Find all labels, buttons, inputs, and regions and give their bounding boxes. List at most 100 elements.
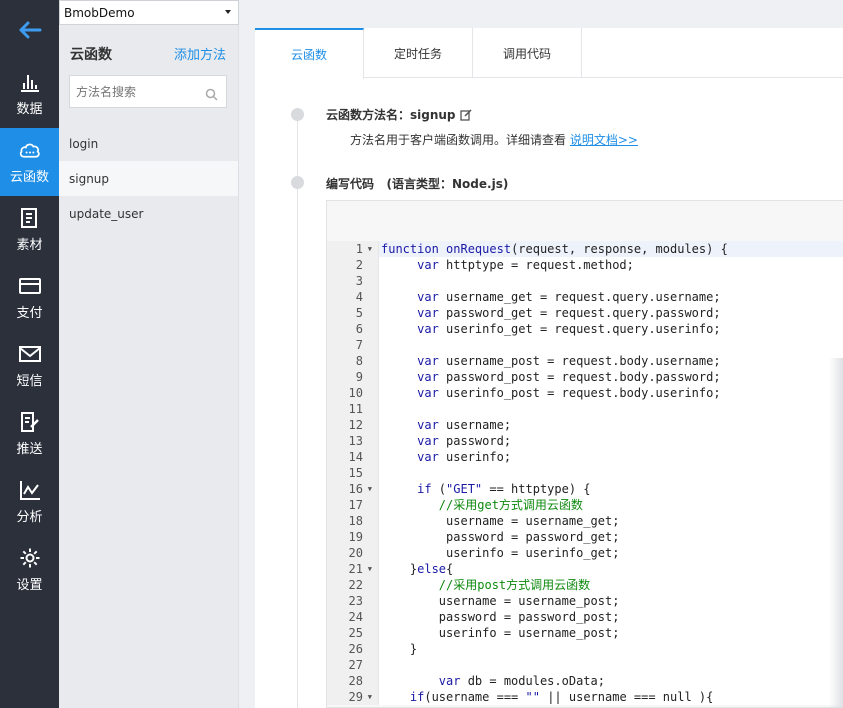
line-number: 3	[327, 273, 367, 289]
edit-icon[interactable]	[459, 108, 472, 121]
nav-label: 推送	[16, 442, 43, 457]
line-number: 29 ▼	[327, 689, 372, 705]
nav-item-assets[interactable]: 素材	[0, 196, 59, 264]
search-icon[interactable]	[205, 86, 218, 105]
cloud-icon	[19, 139, 41, 161]
gutter	[367, 337, 379, 353]
code-line: 18 username = username_get;	[327, 513, 843, 529]
function-name-heading: 云函数方法名：signup	[326, 106, 472, 123]
code-line: 3	[327, 273, 843, 289]
code-line: 21 ▼ }else{	[327, 561, 843, 577]
gutter	[367, 673, 379, 689]
nav-label: 支付	[16, 306, 43, 321]
mail-icon	[18, 343, 41, 365]
line-number: 24	[327, 609, 367, 625]
line-number: 15	[327, 465, 367, 481]
code-line: 2 var httptype = request.method;	[327, 257, 843, 273]
back-button[interactable]	[0, 0, 59, 60]
sidebar-title: 云函数	[70, 47, 112, 63]
nav-label: 数据	[16, 102, 43, 117]
line-number: 14	[327, 449, 367, 465]
code-text: }	[379, 641, 843, 657]
gutter	[367, 577, 379, 593]
code-line: 8 var username_post = request.body.usern…	[327, 353, 843, 369]
gutter	[367, 385, 379, 401]
app-select[interactable]: BmobDemo	[59, 0, 239, 25]
code-text: username = username_get;	[379, 513, 843, 529]
timeline-dot	[291, 108, 304, 121]
code-text: }else{	[379, 561, 843, 577]
tab-scheduled-tasks[interactable]: 定时任务	[364, 28, 473, 78]
fold-toggle-icon[interactable]: ▼	[368, 481, 372, 497]
line-number: 4	[327, 289, 367, 305]
docs-link[interactable]: 说明文档>>	[570, 133, 638, 147]
line-number: 7	[327, 337, 367, 353]
nav-item-sms[interactable]: 短信	[0, 332, 59, 400]
line-chart-icon	[19, 479, 41, 501]
gutter	[367, 497, 379, 513]
code-line: 15	[327, 465, 843, 481]
code-line: 24 password = password_post;	[327, 609, 843, 625]
gutter	[367, 273, 379, 289]
function-item-update-user[interactable]: update_user	[59, 196, 238, 231]
gutter	[367, 657, 379, 673]
line-number: 8	[327, 353, 367, 369]
line-number: 16 ▼	[327, 481, 372, 497]
line-number: 23	[327, 593, 367, 609]
code-line: 10 var userinfo_post = request.body.user…	[327, 385, 843, 401]
function-sidebar: BmobDemo 云函数 添加方法 login signup update_us…	[59, 0, 289, 708]
nav-item-analytics[interactable]: 分析	[0, 468, 59, 536]
code-editor[interactable]: 1 ▼ function onRequest(request, response, …	[326, 200, 843, 708]
tab-invoke-code[interactable]: 调用代码	[473, 28, 582, 78]
code-line: 29 ▼ if(username === "" || username === n…	[327, 689, 843, 705]
nav-item-payment[interactable]: 支付	[0, 264, 59, 332]
code-text	[379, 401, 843, 417]
fold-toggle-icon[interactable]: ▼	[368, 689, 372, 705]
gutter	[367, 513, 379, 529]
line-number: 21 ▼	[327, 561, 372, 577]
nav-item-data[interactable]: 数据	[0, 60, 59, 128]
code-line: 5 var password_get = request.query.passw…	[327, 305, 843, 321]
timeline-dot	[291, 176, 304, 189]
line-number: 2	[327, 257, 367, 273]
code-text	[379, 465, 843, 481]
search-input[interactable]	[76, 84, 204, 99]
code-text: var username_get = request.query.usernam…	[379, 289, 843, 305]
code-text: function onRequest(request, response, mo…	[379, 241, 843, 257]
line-number: 6	[327, 321, 367, 337]
add-function-link[interactable]: 添加方法	[174, 44, 226, 63]
code-line: 6 var userinfo_get = request.query.useri…	[327, 321, 843, 337]
fold-toggle-icon[interactable]: ▼	[368, 561, 372, 577]
tab-cloud-function[interactable]: 云函数	[255, 28, 364, 79]
gutter	[367, 353, 379, 369]
nav-item-cloud-function[interactable]: 云函数	[0, 128, 59, 196]
description-text: 方法名用于客户端函数调用。详细请查看	[350, 133, 567, 147]
line-number: 9	[327, 369, 367, 385]
nav-item-push[interactable]: 推送	[0, 400, 59, 468]
line-number: 22	[327, 577, 367, 593]
gutter	[367, 609, 379, 625]
gutter	[367, 401, 379, 417]
code-text: userinfo = userinfo_get;	[379, 545, 843, 561]
card-icon	[18, 275, 41, 297]
code-text: //采用get方式调用云函数	[379, 497, 843, 513]
nav-item-settings[interactable]: 设置	[0, 536, 59, 604]
code-text: var password_post = request.body.passwor…	[379, 369, 843, 385]
function-search	[69, 75, 227, 108]
code-line: 20 userinfo = userinfo_get;	[327, 545, 843, 561]
code-text	[379, 657, 843, 673]
code-line: 19 password = password_get;	[327, 529, 843, 545]
nav-label: 短信	[16, 374, 43, 389]
code-text	[379, 273, 843, 289]
gutter	[367, 369, 379, 385]
code-text: var password_get = request.query.passwor…	[379, 305, 843, 321]
line-number: 19	[327, 529, 367, 545]
code-line: 17 //采用get方式调用云函数	[327, 497, 843, 513]
line-number: 18	[327, 513, 367, 529]
fold-toggle-icon[interactable]: ▼	[368, 241, 372, 257]
code-heading: 编写代码 (语言类型：Node.js)	[326, 177, 509, 191]
function-item-signup[interactable]: signup	[59, 161, 238, 196]
code-text: var db = modules.oData;	[379, 673, 843, 689]
function-item-login[interactable]: login	[59, 126, 238, 161]
code-line: 11	[327, 401, 843, 417]
